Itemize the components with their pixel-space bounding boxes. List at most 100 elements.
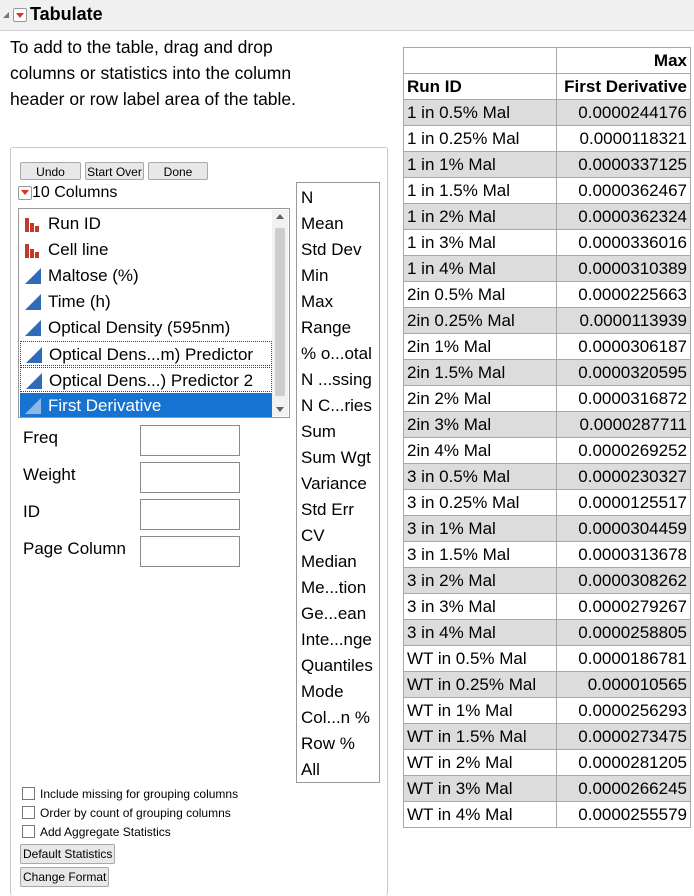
run-id-cell: 2in 1.5% Mal: [403, 359, 557, 386]
add-aggregate-option[interactable]: Add Aggregate Statistics: [22, 825, 171, 839]
table-row: 1 in 4% Mal 0.0000310389: [403, 255, 691, 282]
statistic-item[interactable]: Row %: [301, 731, 355, 757]
max-value-cell: 0.0000316872: [556, 385, 691, 412]
table-row: 3 in 0.25% Mal 0.0000125517: [403, 489, 691, 516]
id-label: ID: [23, 502, 40, 521]
statistic-item[interactable]: Std Dev: [301, 237, 361, 263]
run-id-cell: 1 in 3% Mal: [403, 229, 557, 256]
column-item[interactable]: Time (h): [20, 289, 272, 314]
window-title: Tabulate: [30, 4, 103, 24]
continuous-triangle-icon: [25, 268, 41, 284]
statistic-item[interactable]: % o...otal: [301, 341, 372, 367]
change-format-button[interactable]: Change Format: [20, 867, 110, 887]
statistic-item[interactable]: CV: [301, 523, 325, 549]
page-column-drop-zone[interactable]: [140, 536, 240, 567]
default-statistics-button[interactable]: Default Statistics: [20, 844, 116, 864]
statistic-item[interactable]: Variance: [301, 471, 367, 497]
continuous-triangle-icon: [26, 347, 42, 363]
column-item[interactable]: First Derivative: [20, 393, 272, 417]
statistic-item[interactable]: Max: [301, 289, 333, 315]
table-row: 3 in 2% Mal 0.0000308262: [403, 567, 691, 594]
statistic-item[interactable]: Sum: [301, 419, 336, 445]
run-id-cell: 1 in 0.25% Mal: [403, 125, 557, 152]
run-id-cell: WT in 2% Mal: [403, 749, 557, 776]
run-id-cell: WT in 1% Mal: [403, 697, 557, 724]
statistic-item[interactable]: All: [301, 757, 320, 783]
statistic-item[interactable]: N: [301, 185, 313, 211]
column-list-scrollbar[interactable]: [272, 210, 288, 416]
red-triangle-menu-icon[interactable]: [13, 8, 27, 22]
columns-header[interactable]: 10 Columns: [18, 184, 117, 202]
order-by-count-checkbox[interactable]: [22, 806, 35, 819]
max-value-cell: 0.0000306187: [556, 333, 691, 360]
undo-button[interactable]: Undo: [20, 162, 81, 180]
max-value-cell: 0.0000304459: [556, 515, 691, 542]
statistic-item[interactable]: Mode: [301, 679, 344, 705]
table-row: 3 in 1.5% Mal 0.0000313678: [403, 541, 691, 568]
table-row: 3 in 1% Mal 0.0000304459: [403, 515, 691, 542]
start-over-button[interactable]: Start Over: [85, 162, 144, 180]
scroll-up-icon[interactable]: [276, 214, 284, 219]
column-item[interactable]: Optical Dens...m) Predictor: [20, 341, 272, 366]
table-row: 2in 3% Mal 0.0000287711: [403, 411, 691, 438]
max-value-cell: 0.0000308262: [556, 567, 691, 594]
add-aggregate-checkbox[interactable]: [22, 825, 35, 838]
run-id-cell: 2in 0.25% Mal: [403, 307, 557, 334]
table-row: 1 in 0.5% Mal 0.0000244176: [403, 99, 691, 126]
statistic-item[interactable]: Me...tion: [301, 575, 366, 601]
statistic-item[interactable]: Quantiles: [301, 653, 373, 679]
table-row: WT in 3% Mal 0.0000266245: [403, 775, 691, 802]
run-id-cell: 1 in 4% Mal: [403, 255, 557, 282]
include-missing-option[interactable]: Include missing for grouping columns: [22, 787, 238, 801]
red-triangle-menu-icon[interactable]: [18, 186, 32, 200]
column-list[interactable]: Run ID Cell line Maltose (%) Time (h) Optica…: [18, 208, 290, 418]
statistic-item[interactable]: N C...ries: [301, 393, 372, 419]
statistic-item[interactable]: Sum Wgt: [301, 445, 371, 471]
statistic-item[interactable]: Std Err: [301, 497, 354, 523]
column-item[interactable]: Optical Dens...) Predictor 2: [20, 367, 272, 392]
statistics-list[interactable]: N Mean Std Dev Min Max Range% o...otal N ...ss…: [296, 182, 380, 783]
max-value-cell: 0.0000310389: [556, 255, 691, 282]
table-row: 1 in 1% Mal 0.0000337125: [403, 151, 691, 178]
column-item-label: Time (h): [48, 292, 111, 311]
page-column-label: Page Column: [23, 539, 127, 558]
max-value-cell: 0.0000255579: [556, 801, 691, 828]
statistic-item[interactable]: Col...n %: [301, 705, 370, 731]
run-id-cell: 3 in 3% Mal: [403, 593, 557, 620]
max-value-cell: 0.0000337125: [556, 151, 691, 178]
column-item[interactable]: Run ID: [20, 211, 272, 236]
column-item[interactable]: Maltose (%): [20, 263, 272, 288]
order-by-count-option[interactable]: Order by count of grouping columns: [22, 806, 231, 820]
statistic-item[interactable]: Median: [301, 549, 357, 575]
run-id-cell: WT in 0.25% Mal: [403, 671, 557, 698]
statistic-item[interactable]: Inte...nge: [301, 627, 372, 653]
statistic-item[interactable]: Range: [301, 315, 351, 341]
continuous-triangle-icon: [25, 398, 41, 414]
column-header-cell[interactable]: First Derivative: [556, 73, 691, 100]
stat-header-cell[interactable]: Max: [556, 47, 691, 74]
run-id-cell: 1 in 2% Mal: [403, 203, 557, 230]
run-id-cell: 2in 0.5% Mal: [403, 281, 557, 308]
run-id-cell: 3 in 0.5% Mal: [403, 463, 557, 490]
column-item[interactable]: Optical Density (595nm): [20, 315, 272, 340]
table-row: WT in 0.5% Mal 0.0000186781: [403, 645, 691, 672]
column-item[interactable]: Cell line: [20, 237, 272, 262]
max-value-cell: 0.0000113939: [556, 307, 691, 334]
scroll-thumb[interactable]: [275, 228, 285, 396]
table-row: 2in 2% Mal 0.0000316872: [403, 385, 691, 412]
statistic-item[interactable]: Mean: [301, 211, 344, 237]
disclosure-icon[interactable]: [3, 12, 9, 18]
id-drop-zone[interactable]: [140, 499, 240, 530]
table-row: 2in 0.5% Mal 0.0000225663: [403, 281, 691, 308]
done-button[interactable]: Done: [148, 162, 208, 180]
scroll-down-icon[interactable]: [276, 407, 284, 412]
run-id-cell: 2in 4% Mal: [403, 437, 557, 464]
include-missing-checkbox[interactable]: [22, 787, 35, 800]
statistic-item[interactable]: Ge...ean: [301, 601, 366, 627]
statistic-item[interactable]: Min: [301, 263, 328, 289]
max-value-cell: 0.0000362324: [556, 203, 691, 230]
weight-drop-zone[interactable]: [140, 462, 240, 493]
freq-drop-zone[interactable]: [140, 425, 240, 456]
row-header-cell[interactable]: Run ID: [403, 73, 557, 100]
statistic-item[interactable]: N ...ssing: [301, 367, 372, 393]
